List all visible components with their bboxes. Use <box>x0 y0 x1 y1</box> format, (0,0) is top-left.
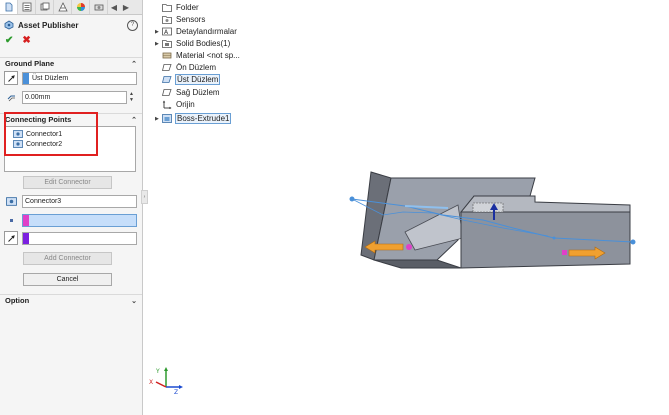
highlight-annotation-box <box>4 112 98 156</box>
chevron-down-icon: ⌄ <box>131 297 137 305</box>
ok-check-icon[interactable]: ✔ <box>5 35 13 46</box>
offset-row: 0.00mm ▲ ▼ <box>4 90 137 104</box>
ground-plane-row: Üst Düzlem <box>4 71 137 85</box>
connector-direction-row <box>4 231 137 245</box>
direction-color-swatch <box>23 232 29 244</box>
connector-point-row <box>4 213 137 227</box>
connector-point-marker <box>562 250 567 255</box>
triad-x-label: X <box>149 379 153 386</box>
page-title: Asset Publisher <box>18 20 79 30</box>
connector-point-marker <box>406 244 412 250</box>
panel-title-bar: Asset Publisher ? <box>4 18 138 32</box>
connector-point-icon <box>552 236 556 240</box>
connector-name-row: Connector3 <box>4 194 137 208</box>
asset-publisher-icon <box>4 20 14 30</box>
help-icon[interactable]: ? <box>127 19 138 31</box>
property-manager-panel: ◀ ▶ Asset Publisher ? ✔ ✖ Ground Plane ⌃… <box>0 0 143 415</box>
configuration-icon <box>40 2 49 11</box>
dimxpert-icon <box>57 2 68 12</box>
spin-down-icon[interactable]: ▼ <box>129 97 137 103</box>
cam-icon <box>94 4 103 11</box>
direction-arrow-icon <box>4 71 18 85</box>
tab-scroll-right[interactable]: ▶ <box>120 0 132 14</box>
offset-value: 0.00mm <box>25 93 51 101</box>
ground-plane-section-header[interactable]: Ground Plane ⌃ <box>0 57 142 69</box>
bracket-bottom <box>373 259 462 269</box>
connector-name-icon <box>4 194 18 208</box>
ground-plane-field[interactable]: Üst Düzlem <box>22 71 137 85</box>
triad-z-label: Z <box>174 389 178 395</box>
property-manager-tab[interactable] <box>18 0 36 14</box>
connector-endpoint-icon <box>349 196 355 202</box>
ground-plane-heading: Ground Plane <box>5 59 55 68</box>
point-icon <box>4 213 18 227</box>
dimxpert-tab[interactable] <box>54 0 72 14</box>
triad-y-label: Y <box>155 368 160 375</box>
ok-cancel-row: ✔ ✖ <box>5 35 31 46</box>
offset-icon <box>4 90 18 104</box>
offset-input[interactable]: 0.00mm <box>22 90 127 104</box>
feature-tree-icon <box>5 2 12 12</box>
add-connector-button[interactable]: Add Connector <box>23 252 112 265</box>
option-section-header[interactable]: Option ⌄ <box>0 294 142 306</box>
display-manager-tab[interactable] <box>72 0 90 14</box>
selection-color-swatch <box>23 72 29 84</box>
cancel-button[interactable]: Cancel <box>23 273 112 286</box>
property-list-icon <box>22 2 31 12</box>
direction-arrow-icon <box>4 231 18 245</box>
tab-scroll-left[interactable]: ◀ <box>108 0 120 14</box>
bracket-inner-notch <box>472 202 504 213</box>
cancel-x-icon[interactable]: ✖ <box>22 35 30 46</box>
feature-manager-tab[interactable] <box>0 0 18 14</box>
cam-tab[interactable] <box>90 0 108 14</box>
reference-triad: X Y Z <box>149 367 183 395</box>
connector-point-selection-field[interactable] <box>22 213 137 227</box>
appearance-icon <box>76 3 85 11</box>
ground-plane-value: Üst Düzlem <box>32 74 69 82</box>
configuration-manager-tab[interactable] <box>36 0 54 14</box>
option-heading: Option <box>5 296 30 305</box>
connector-direction-field[interactable] <box>22 231 137 245</box>
manager-tab-bar: ◀ ▶ <box>0 0 142 15</box>
connector-endpoint-icon <box>630 239 636 245</box>
model-view <box>349 171 636 269</box>
point-color-swatch <box>23 214 29 226</box>
offset-spinner[interactable]: ▲ ▼ <box>129 91 137 104</box>
connector-name-value: Connector3 <box>25 197 62 205</box>
chevron-up-icon: ⌃ <box>131 116 137 124</box>
connector-name-input[interactable]: Connector3 <box>22 194 137 208</box>
edit-connector-button[interactable]: Edit Connector <box>23 176 112 189</box>
chevron-up-icon: ⌃ <box>131 60 137 68</box>
